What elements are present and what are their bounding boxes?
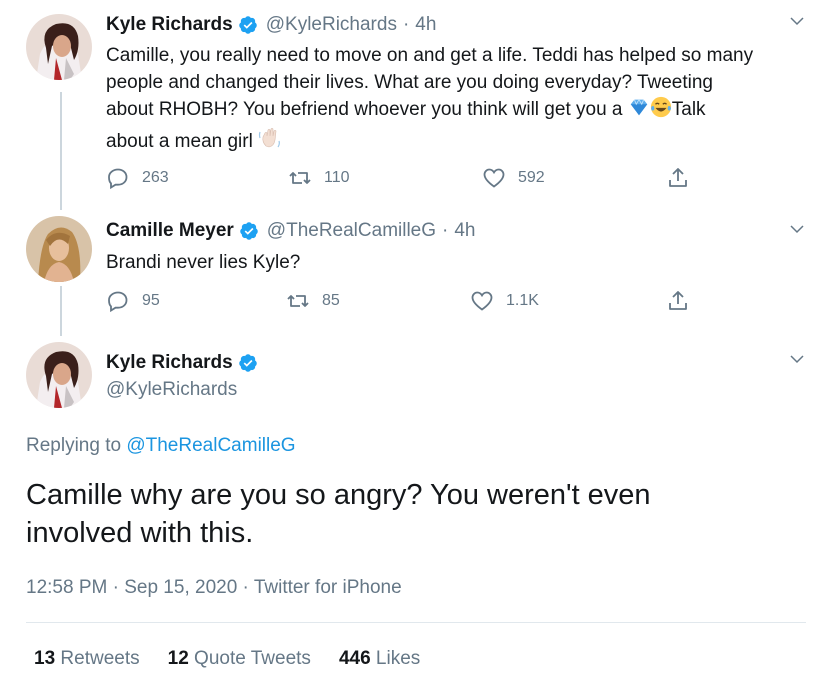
retweet-icon — [289, 172, 311, 184]
likes-stat[interactable]: 446 Likes — [339, 648, 420, 670]
reply-icon — [108, 168, 128, 190]
quote-tweets-count: 12 — [167, 648, 189, 669]
separator: · — [442, 220, 449, 241]
tweet-text-fragment: about RHOBH? You befriend whoever you th… — [106, 99, 628, 120]
share-button[interactable] — [666, 289, 702, 313]
tweet-actions: 95 85 1.1K — [106, 289, 696, 313]
separator: · — [112, 577, 119, 598]
main-author: Kyle Richards — [106, 352, 266, 374]
thread-line — [60, 286, 62, 336]
waving-hand-emoji-icon — [258, 126, 282, 158]
tweet-text-line: Camille, you really need to move on and … — [106, 45, 754, 66]
chevron-down-icon[interactable] — [788, 220, 806, 238]
replying-to-link[interactable]: @TheRealCamilleG — [126, 435, 295, 456]
quote-tweets-label: Quote Tweets — [194, 648, 311, 669]
author-handle[interactable]: @KyleRichards — [106, 379, 237, 401]
tears-of-joy-emoji-icon — [650, 96, 672, 126]
author-handle[interactable]: @TheRealCamilleG — [267, 220, 436, 242]
reply-count: 95 — [142, 292, 160, 309]
retweet-button[interactable]: 85 — [286, 289, 340, 313]
tweet-text-line: involved with this. — [26, 517, 254, 549]
retweets-label: Retweets — [60, 648, 140, 669]
tweet-text-line: people and changed their lives. What are… — [106, 72, 713, 93]
avatar[interactable] — [26, 216, 92, 282]
tweet-source[interactable]: Twitter for iPhone — [254, 577, 402, 598]
author-name[interactable]: Kyle Richards — [106, 352, 233, 374]
retweet-count: 110 — [324, 169, 350, 186]
retweet-icon — [287, 295, 309, 307]
tweet-text-fragment: Talk — [671, 99, 706, 120]
share-button[interactable] — [666, 166, 702, 190]
tweet-header: Kyle Richards @KyleRichards · 4h — [106, 14, 436, 36]
verified-badge-icon — [238, 353, 258, 373]
tweet-date[interactable]: Sep 15, 2020 — [124, 577, 237, 598]
author-handle[interactable]: @KyleRichards — [266, 14, 397, 36]
engagement-stats: 13 Retweets 12 Quote Tweets 446 Likes — [34, 648, 448, 670]
reply-button[interactable]: 95 — [106, 289, 160, 313]
tweet-metadata: 12:58 PM · Sep 15, 2020 · Twitter for iP… — [26, 577, 402, 599]
quote-tweets-stat[interactable]: 12 Quote Tweets — [168, 648, 311, 670]
tweet-time[interactable]: 4h — [415, 14, 436, 36]
reply-button[interactable]: 263 — [106, 166, 169, 190]
thread-line — [60, 92, 62, 210]
tweet-text-line: about a mean girl — [106, 126, 753, 158]
verified-badge-icon — [239, 221, 259, 241]
tweet-body: Brandi never lies Kyle? — [106, 249, 300, 276]
tweet-time[interactable]: 12:58 PM — [26, 577, 107, 598]
tweet-text-line: Camille why are you so angry? You weren'… — [26, 479, 651, 511]
like-button[interactable]: 1.1K — [470, 289, 539, 313]
tweet-body: Camille, you really need to move on and … — [106, 42, 753, 158]
avatar[interactable] — [26, 342, 92, 408]
tweet-time[interactable]: 4h — [454, 220, 475, 242]
likes-label: Likes — [375, 648, 421, 669]
share-icon — [669, 168, 687, 187]
retweet-button[interactable]: 110 — [288, 166, 350, 190]
tweet-text-line: about RHOBH? You befriend whoever you th… — [106, 96, 753, 126]
tweet-actions: 263 110 592 — [106, 166, 696, 190]
like-count: 1.1K — [506, 292, 539, 309]
retweets-stat[interactable]: 13 Retweets — [34, 648, 140, 670]
retweets-count: 13 — [34, 648, 56, 669]
separator: · — [402, 14, 410, 35]
heart-icon — [471, 291, 493, 311]
main-tweet-text: Camille why are you so angry? You weren'… — [26, 476, 651, 552]
divider — [26, 622, 806, 623]
chevron-down-icon[interactable] — [788, 350, 806, 368]
share-icon — [669, 291, 687, 310]
author-name[interactable]: Camille Meyer — [106, 220, 234, 242]
tweet-text-line: Brandi never lies Kyle? — [106, 252, 301, 273]
separator: · — [242, 577, 249, 598]
chevron-down-icon[interactable] — [788, 12, 806, 30]
tweet-thread: Kyle Richards @KyleRichards · 4h Camille… — [0, 0, 826, 677]
tweet-text-fragment: about a mean girl — [106, 131, 259, 152]
likes-count: 446 — [338, 648, 371, 669]
avatar[interactable] — [26, 14, 92, 80]
author-name[interactable]: Kyle Richards — [106, 14, 233, 36]
like-count: 592 — [518, 169, 545, 186]
reply-count: 263 — [142, 169, 169, 186]
verified-badge-icon — [238, 15, 258, 35]
like-button[interactable]: 592 — [482, 166, 545, 190]
replying-to: Replying to @TheRealCamilleG — [26, 435, 296, 457]
gem-emoji-icon — [628, 96, 650, 126]
heart-icon — [483, 168, 505, 188]
reply-icon — [108, 291, 128, 313]
retweet-count: 85 — [322, 292, 340, 309]
replying-prefix: Replying to — [26, 435, 127, 456]
tweet-header: Camille Meyer @TheRealCamilleG · 4h — [106, 220, 476, 242]
